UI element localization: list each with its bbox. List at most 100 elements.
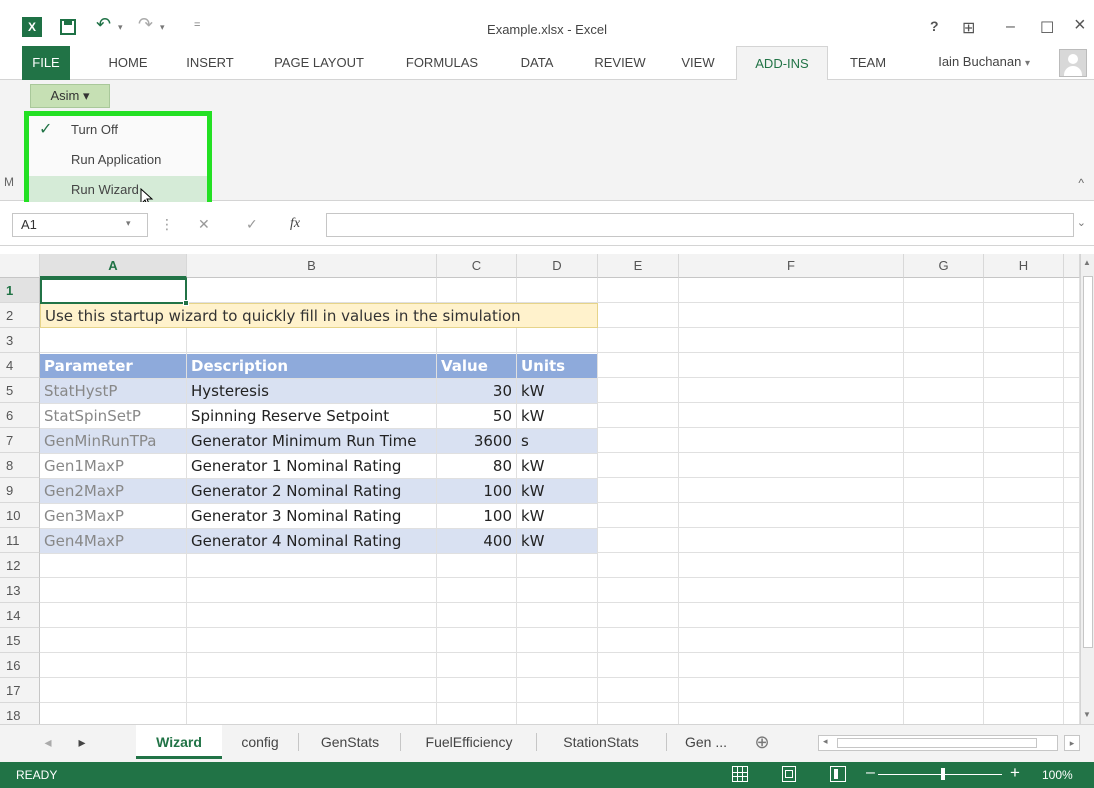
grid-cell[interactable] — [679, 578, 904, 603]
table-cell-description[interactable]: Generator Minimum Run Time — [187, 429, 437, 454]
name-box-dropdown-icon[interactable]: ▾ — [126, 218, 131, 229]
grid-cell[interactable] — [517, 578, 598, 603]
grid-cell[interactable] — [437, 703, 517, 724]
grid-cell[interactable] — [517, 278, 598, 303]
grid-cell[interactable] — [1064, 628, 1080, 653]
tab-view[interactable]: VIEW — [672, 46, 724, 80]
row-header[interactable]: 6 — [0, 403, 40, 428]
grid-cell[interactable] — [517, 678, 598, 703]
zoom-in-icon[interactable]: + — [1010, 763, 1020, 783]
tab-formulas[interactable]: FORMULAS — [396, 46, 488, 80]
grid-cell[interactable] — [904, 478, 984, 503]
grid-cell[interactable] — [679, 453, 904, 478]
grid-cell[interactable] — [679, 553, 904, 578]
scroll-down-icon[interactable]: ▼ — [1083, 710, 1091, 719]
grid-cell[interactable] — [598, 703, 679, 724]
add-sheet-icon[interactable]: ⊕ — [748, 725, 776, 759]
grid-cell[interactable] — [598, 628, 679, 653]
header-units[interactable]: Units — [517, 354, 598, 379]
insert-function-icon[interactable]: fx — [290, 216, 300, 232]
zoom-level[interactable]: 100% — [1042, 768, 1073, 782]
grid-cell[interactable] — [984, 503, 1064, 528]
row-header[interactable]: 11 — [0, 528, 40, 553]
grid-cell[interactable] — [517, 703, 598, 724]
normal-view-icon[interactable] — [732, 766, 748, 782]
scroll-right-icon[interactable]: ▸ — [1064, 735, 1080, 751]
grid-cell[interactable] — [437, 328, 517, 353]
table-cell-units[interactable]: kW — [517, 479, 598, 504]
table-cell-value[interactable]: 400 — [437, 529, 517, 554]
page-layout-view-icon[interactable] — [782, 766, 796, 782]
grid-cell[interactable] — [984, 453, 1064, 478]
grid-cell[interactable] — [679, 528, 904, 553]
grid-cell[interactable] — [437, 578, 517, 603]
row-header[interactable]: 15 — [0, 628, 40, 653]
grid-cell[interactable] — [679, 353, 904, 378]
grid-cell[interactable] — [984, 628, 1064, 653]
grid-cell[interactable] — [40, 578, 187, 603]
grid-cell[interactable] — [679, 478, 904, 503]
grid-cell[interactable] — [904, 503, 984, 528]
cancel-icon[interactable]: ✕ — [198, 216, 210, 233]
vertical-scrollbar[interactable]: ▲ ▼ — [1080, 254, 1094, 724]
grid-cell[interactable] — [187, 703, 437, 724]
table-cell-units[interactable]: kW — [517, 379, 598, 404]
table-cell-value[interactable]: 100 — [437, 504, 517, 529]
grid-cell[interactable] — [40, 653, 187, 678]
tab-data[interactable]: DATA — [508, 46, 566, 80]
tab-team[interactable]: TEAM — [838, 46, 898, 80]
table-cell-description[interactable]: Hysteresis — [187, 379, 437, 404]
header-value[interactable]: Value — [437, 354, 517, 379]
row-header[interactable]: 9 — [0, 478, 40, 503]
grid-cell[interactable] — [904, 678, 984, 703]
column-header-b[interactable]: B — [187, 254, 437, 278]
grid-cell[interactable] — [40, 328, 187, 353]
fill-handle[interactable] — [183, 300, 189, 306]
scroll-left-icon[interactable]: ◂ — [823, 736, 828, 747]
grid-cell[interactable] — [679, 278, 904, 303]
grid-cell[interactable] — [904, 603, 984, 628]
table-cell-units[interactable]: kW — [517, 404, 598, 429]
grid-cell[interactable] — [598, 428, 679, 453]
column-header-h[interactable]: H — [984, 254, 1064, 278]
grid-cell[interactable] — [984, 703, 1064, 724]
grid-cell[interactable] — [904, 653, 984, 678]
wizard-banner[interactable]: Use this startup wizard to quickly fill … — [40, 303, 598, 328]
avatar[interactable] — [1059, 49, 1087, 77]
sheet-tab-fuelefficiency[interactable]: FuelEfficiency — [404, 725, 534, 759]
grid-cell[interactable] — [598, 653, 679, 678]
table-cell-parameter[interactable]: StatHystP — [40, 379, 187, 404]
table-cell-value[interactable]: 30 — [437, 379, 517, 404]
grid-cell[interactable] — [1064, 653, 1080, 678]
table-cell-parameter[interactable]: StatSpinSetP — [40, 404, 187, 429]
table-cell-parameter[interactable]: Gen4MaxP — [40, 529, 187, 554]
column-header-d[interactable]: D — [517, 254, 598, 278]
grid-cell[interactable] — [437, 628, 517, 653]
grid-cell[interactable] — [1064, 703, 1080, 724]
close-icon[interactable]: × — [1074, 14, 1086, 37]
grid-cell[interactable] — [904, 378, 984, 403]
grid-cell[interactable] — [679, 378, 904, 403]
tab-home[interactable]: HOME — [96, 46, 160, 80]
grid-cell[interactable] — [984, 278, 1064, 303]
row-header[interactable]: 8 — [0, 453, 40, 478]
header-parameter[interactable]: Parameter — [40, 354, 187, 379]
tab-page-layout[interactable]: PAGE LAYOUT — [262, 46, 376, 80]
grid-cell[interactable] — [1064, 603, 1080, 628]
table-cell-description[interactable]: Generator 2 Nominal Rating — [187, 479, 437, 504]
row-header[interactable]: 13 — [0, 578, 40, 603]
grid-cell[interactable] — [679, 678, 904, 703]
row-header[interactable]: 2 — [0, 303, 40, 328]
table-cell-description[interactable]: Generator 1 Nominal Rating — [187, 454, 437, 479]
grid-cell[interactable] — [679, 603, 904, 628]
grid-cell[interactable] — [984, 303, 1064, 328]
scroll-up-icon[interactable]: ▲ — [1083, 258, 1091, 267]
grid-cell[interactable] — [598, 603, 679, 628]
table-cell-units[interactable]: kW — [517, 454, 598, 479]
table-cell-value[interactable]: 80 — [437, 454, 517, 479]
grid-cell[interactable] — [679, 403, 904, 428]
sheet-tab-config[interactable]: config — [224, 725, 296, 759]
grid-cell[interactable] — [598, 278, 679, 303]
sheet-tab-genstats[interactable]: GenStats — [302, 725, 398, 759]
grid-cell[interactable] — [40, 703, 187, 724]
